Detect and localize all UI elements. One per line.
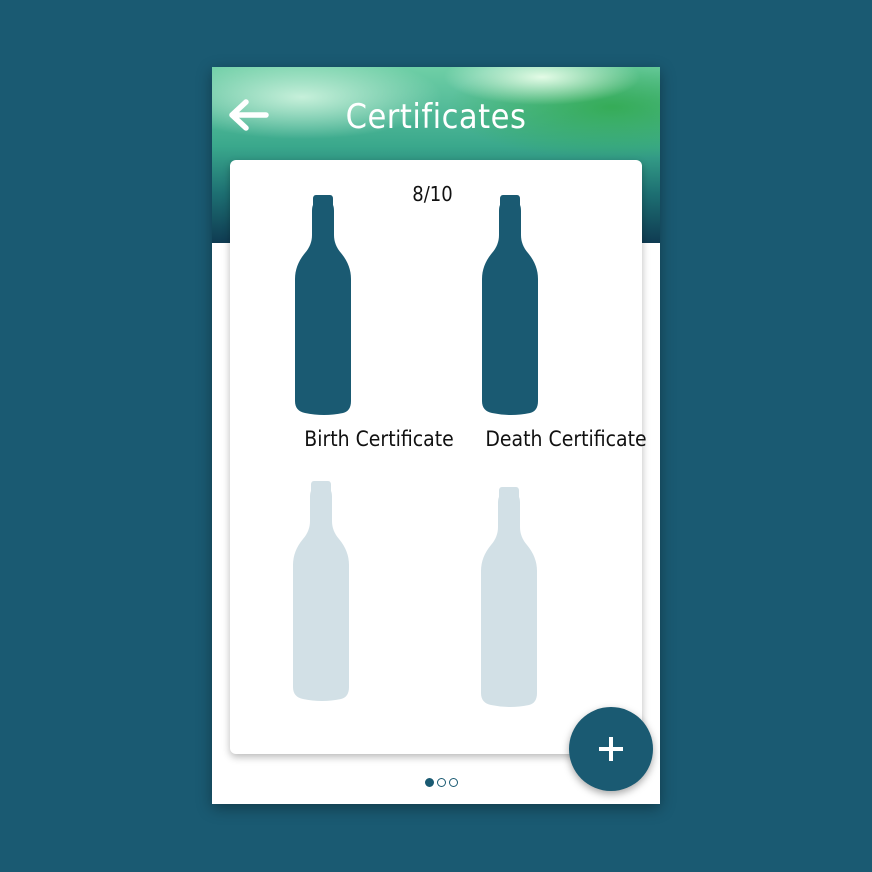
plus-icon xyxy=(599,737,623,761)
bottle-icon xyxy=(295,195,351,415)
certificate-label: Death Certificate xyxy=(485,427,647,451)
page-indicator[interactable] xyxy=(425,778,458,790)
certificate-item-empty[interactable] xyxy=(287,479,467,703)
bottle-icon xyxy=(482,195,538,415)
certificates-card: 8/10 Birth Certificate Death Certificate xyxy=(230,160,647,754)
page-dot[interactable] xyxy=(437,778,446,787)
certificate-item-empty[interactable] xyxy=(475,485,655,709)
bottle-icon xyxy=(481,487,537,707)
page-title: Certificates xyxy=(345,97,527,137)
certificate-item-death[interactable]: Death Certificate xyxy=(476,193,656,451)
page-dot[interactable] xyxy=(449,778,458,787)
add-certificate-button[interactable] xyxy=(569,707,653,791)
phone-screen: Certificates 8/10 Birth Certificate Deat… xyxy=(212,67,660,804)
bottle-icon xyxy=(293,481,349,701)
certificate-item-birth[interactable]: Birth Certificate xyxy=(289,193,469,451)
page-dot[interactable] xyxy=(425,778,434,787)
